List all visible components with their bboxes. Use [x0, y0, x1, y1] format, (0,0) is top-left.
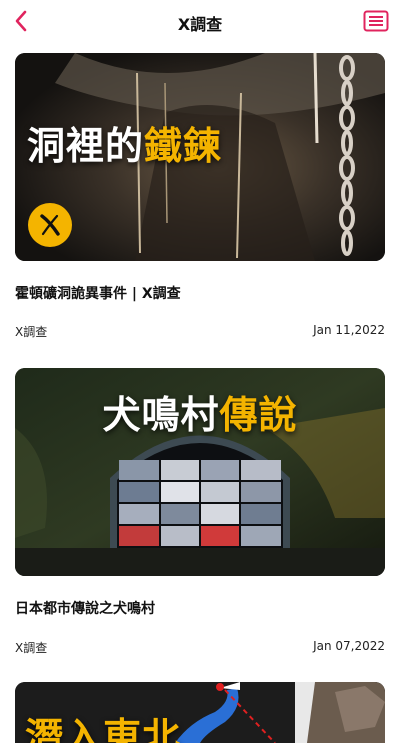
article-card[interactable]: 洞裡的鐵鍊 霍頓礦洞詭異事件 | X調查 X調查 Jan 11,2022 — [15, 53, 385, 339]
article-source: X調查 — [15, 325, 48, 339]
article-source: X調查 — [15, 641, 48, 655]
article-date: Jan 11,2022 — [313, 323, 385, 337]
thumbnail-headline: 犬鳴村傳說 — [102, 393, 298, 437]
x-logo-icon — [40, 214, 60, 236]
article-thumbnail[interactable]: 潛入東北 — [15, 682, 385, 743]
page-title: X調查 — [177, 15, 223, 34]
article-card[interactable]: 犬鳴村傳說 日本都市傳說之犬鳴村 X調查 Jan 07,2022 — [15, 368, 385, 655]
thumbnail-headline: 洞裡的鐵鍊 — [27, 124, 223, 168]
thumbnail-headline: 潛入東北 — [25, 715, 182, 743]
x-logo-badge — [28, 203, 72, 247]
article-date: Jan 07,2022 — [313, 639, 385, 653]
list-icon — [363, 10, 389, 32]
article-card[interactable]: 潛入東北 — [15, 682, 385, 743]
article-thumbnail[interactable]: 犬鳴村傳說 — [15, 368, 385, 576]
article-title[interactable]: 霍頓礦洞詭異事件 | X調查 — [15, 283, 181, 303]
list-menu-button[interactable] — [362, 8, 390, 34]
article-thumbnail[interactable]: 洞裡的鐵鍊 — [15, 53, 385, 261]
article-title[interactable]: 日本都市傳說之犬鳴村 — [15, 598, 155, 618]
top-bar: X調查 — [0, 0, 400, 44]
